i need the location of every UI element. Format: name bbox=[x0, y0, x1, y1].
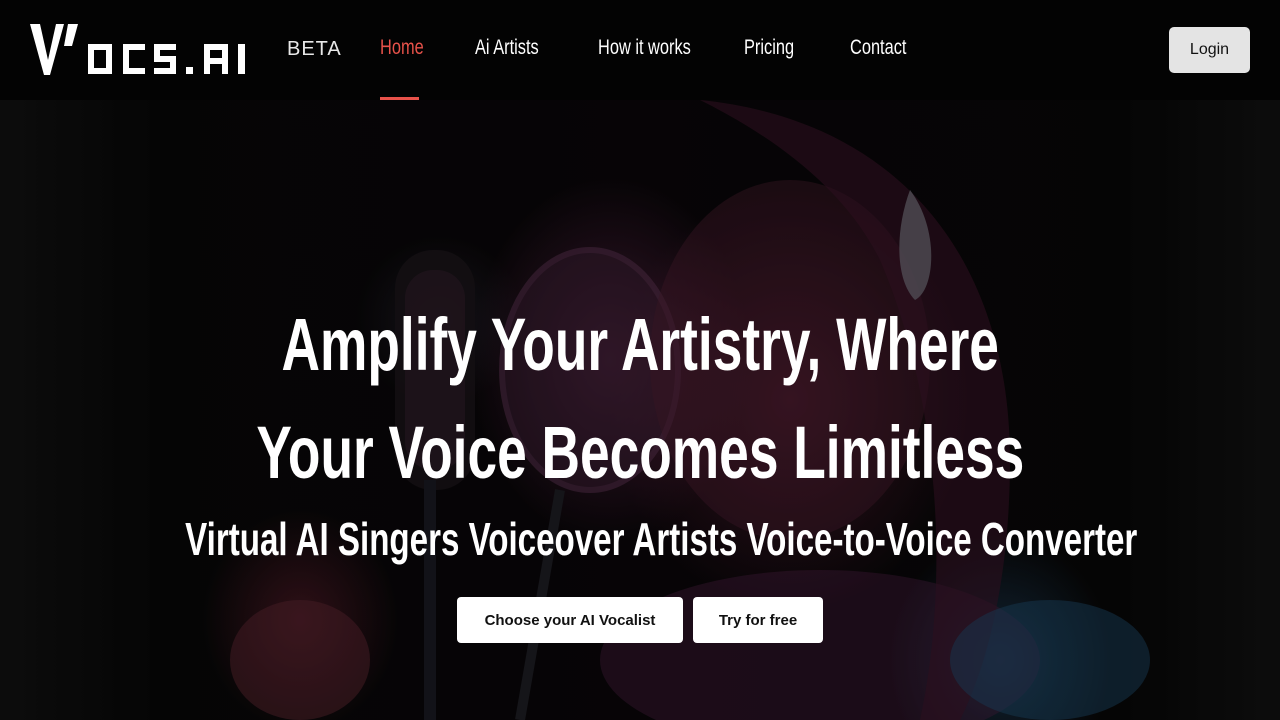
choose-ai-vocalist-button[interactable]: Choose your AI Vocalist bbox=[457, 597, 683, 643]
nav-ai-artists[interactable]: Ai Artists bbox=[475, 36, 539, 100]
nav-home[interactable]: Home bbox=[380, 36, 424, 100]
login-button[interactable]: Login bbox=[1169, 27, 1250, 73]
nav-how-it-works[interactable]: How it works bbox=[598, 36, 691, 100]
hero-headline-line1-text: Amplify Your Artistry, Where bbox=[281, 303, 999, 386]
hero-section: Amplify Your Artistry, Where Your Voice … bbox=[0, 100, 1280, 720]
hero-subheadline-text: Virtual AI Singers Voiceover Artists Voi… bbox=[185, 513, 1138, 565]
try-for-free-button[interactable]: Try for free bbox=[693, 597, 823, 643]
site-header: BETA Home Ai Artists How it works Pricin… bbox=[0, 0, 1280, 100]
page: BETA Home Ai Artists How it works Pricin… bbox=[0, 0, 1280, 720]
nav-contact[interactable]: Contact bbox=[850, 36, 906, 100]
beta-badge: BETA bbox=[287, 38, 342, 60]
vocs-ai-logo[interactable] bbox=[30, 24, 275, 76]
active-nav-indicator bbox=[380, 97, 419, 100]
hero-subheadline: Virtual AI Singers Voiceover Artists Voi… bbox=[0, 516, 1280, 562]
hero-headline-line1: Amplify Your Artistry, Where bbox=[0, 308, 1280, 382]
hero-headline-line2: Your Voice Becomes Limitless bbox=[0, 416, 1280, 490]
nav-pricing[interactable]: Pricing bbox=[744, 36, 794, 100]
hero-headline-line2-text: Your Voice Becomes Limitless bbox=[256, 411, 1024, 494]
